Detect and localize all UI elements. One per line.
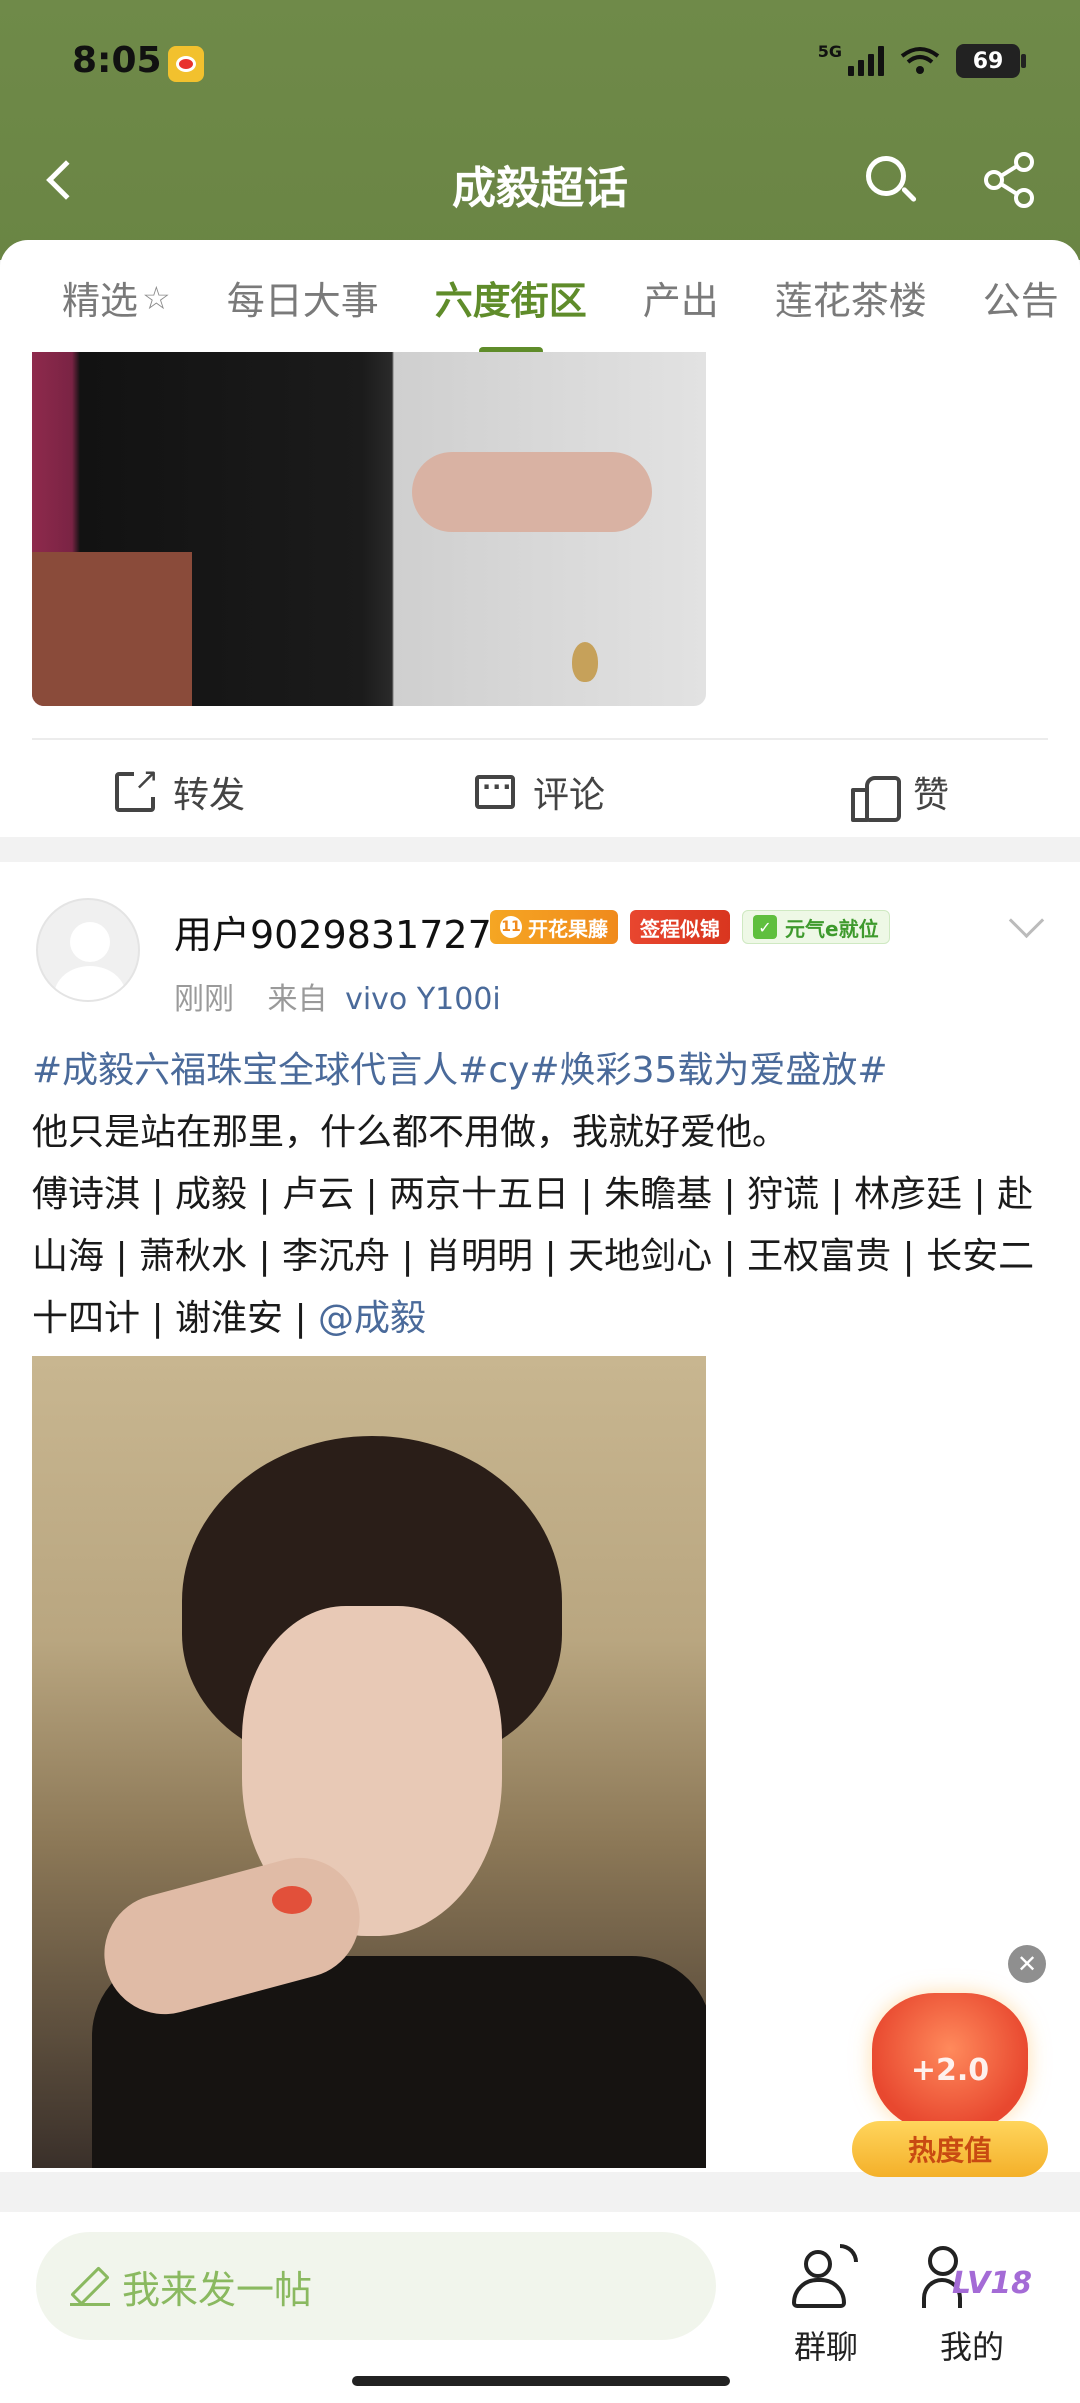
search-button[interactable]	[860, 150, 920, 210]
check-icon: ✓	[753, 915, 777, 939]
header-bar: 8:05 5G 69 成毅超话	[0, 0, 1080, 260]
post-text: 他只是站在那里，什么都不用做，我就好爱他。	[32, 1112, 789, 1153]
forward-button[interactable]: 转发	[0, 752, 360, 832]
post-content: #成毅六福珠宝全球代言人#cy#焕彩35载为爱盛放# 他只是站在那里，什么都不用…	[32, 1040, 1052, 1350]
signal-icon	[848, 46, 884, 76]
forward-icon	[114, 762, 159, 812]
post-image[interactable]	[32, 352, 706, 706]
lucky-bag-icon: +2.0	[872, 1993, 1028, 2133]
tab-announcement[interactable]: 公告	[983, 270, 1059, 325]
close-icon[interactable]: ✕	[1008, 1945, 1046, 1983]
feed[interactable]: 转发 评论 赞 用户9029831727 11开花果藤 签程似锦 ✓元气e就位 …	[0, 352, 1080, 2172]
network-type: 5G	[817, 41, 842, 61]
compose-post-input[interactable]: 我来发一帖	[36, 2232, 716, 2340]
post-device: vivo Y100i	[345, 982, 501, 1017]
thumbs-up-icon	[850, 772, 901, 822]
comment-button[interactable]: 评论	[360, 752, 720, 832]
level-badge[interactable]: 11 开花果藤	[490, 910, 618, 944]
nav-row: 成毅超话	[0, 140, 1080, 220]
like-button[interactable]: 赞	[720, 752, 1080, 832]
share-icon	[984, 152, 1034, 208]
tab-output[interactable]: 产出	[643, 270, 719, 325]
tab-six-degrees[interactable]: 六度街区	[435, 270, 587, 325]
star-icon: ☆	[142, 278, 171, 317]
wifi-icon	[900, 47, 940, 74]
nav-group-chat[interactable]: 群聊	[766, 2232, 886, 2366]
tab-lotus-teahouse[interactable]: 莲花茶楼	[775, 270, 927, 325]
status-bar: 8:05 5G 69	[72, 40, 1026, 90]
post-text: 傅诗淇 | 成毅 | 卢云 | 两京十五日 | 朱瞻基 | 狩谎 | 林彦廷 |…	[32, 1174, 1035, 1339]
divider	[32, 738, 1048, 740]
post-hashtags[interactable]: #成毅六福珠宝全球代言人#cy#焕彩35载为爱盛放#	[32, 1040, 1052, 1102]
pencil-icon	[70, 2266, 110, 2306]
post-card: 转发 评论 赞	[0, 352, 1080, 837]
status-time: 8:05	[72, 40, 162, 81]
nav-mine[interactable]: LV18 我的	[912, 2232, 1032, 2366]
tab-featured[interactable]: 精选 ☆	[62, 270, 171, 325]
tab-daily-events[interactable]: 每日大事	[227, 270, 379, 325]
checkin-badge[interactable]: ✓ 元气e就位	[742, 910, 890, 944]
bottom-bar: 我来发一帖 群聊 LV18 我的	[0, 2212, 1080, 2403]
tab-bar: 精选 ☆ 每日大事 六度街区 产出 莲花茶楼 公告	[0, 240, 1080, 352]
user-badges: 11 开花果藤 签程似锦 ✓ 元气e就位	[490, 910, 890, 944]
reward-value: +2.0	[910, 2053, 990, 2088]
post-menu-chevron-icon[interactable]	[1006, 906, 1046, 946]
post-actions: 转发 评论 赞	[0, 752, 1080, 832]
compose-placeholder: 我来发一帖	[122, 2267, 313, 2312]
search-icon	[866, 156, 906, 196]
share-button[interactable]	[980, 150, 1040, 210]
home-indicator[interactable]	[352, 2376, 730, 2386]
post-meta: 刚刚 来自 vivo Y100i	[174, 982, 501, 1017]
username[interactable]: 用户9029831727	[174, 904, 492, 959]
battery-icon: 69	[956, 44, 1026, 78]
mention-link[interactable]: @成毅	[318, 1298, 426, 1339]
post-time: 刚刚	[174, 982, 234, 1017]
avatar[interactable]	[36, 898, 140, 1002]
heat-reward-widget[interactable]: ✕ +2.0 热度值	[850, 1945, 1050, 2185]
title-badge[interactable]: 签程似锦	[630, 910, 730, 944]
profile-icon: LV18	[922, 2244, 1032, 2314]
weibo-notification-icon	[168, 46, 204, 82]
reward-label: 热度值	[852, 2121, 1048, 2177]
post-image[interactable]	[32, 1356, 706, 2168]
comment-icon	[474, 773, 515, 809]
group-chat-icon	[792, 2244, 858, 2310]
level-label: LV18	[952, 2266, 1032, 2301]
